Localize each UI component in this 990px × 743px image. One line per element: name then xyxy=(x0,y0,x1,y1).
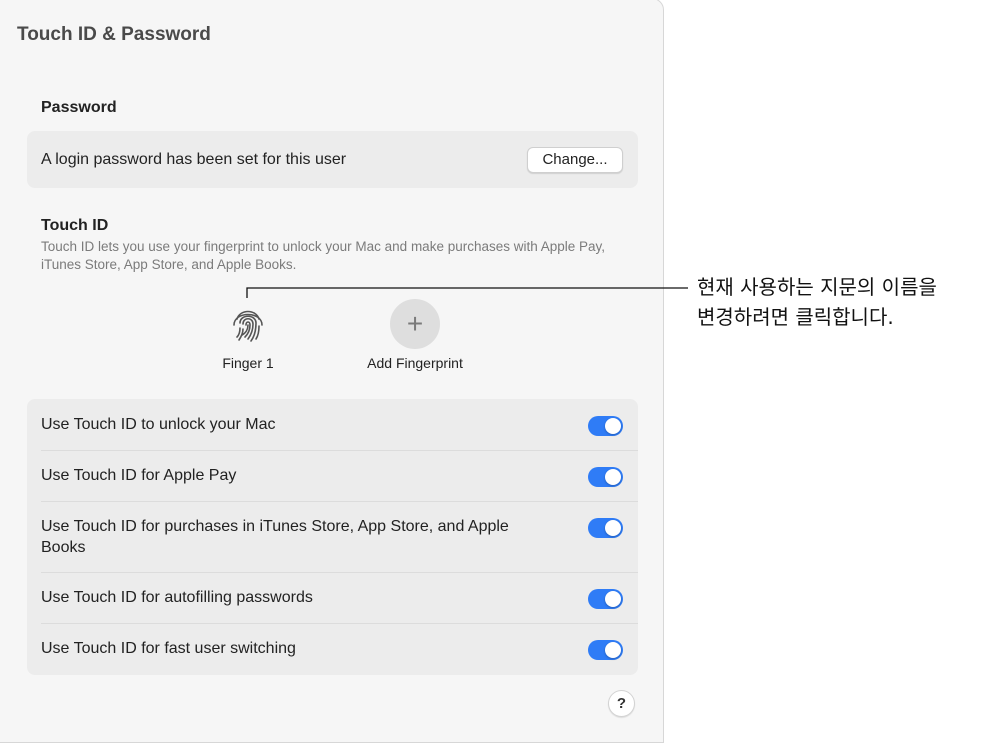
callout-line-1: 현재 사용하는 지문의 이름을 xyxy=(697,275,937,299)
callout-annotation: 현재 사용하는 지문의 이름을 변경하려면 클릭합니다. xyxy=(697,272,937,332)
callout-line-2: 변경하려면 클릭합니다. xyxy=(697,305,894,329)
callout-leader-line xyxy=(246,287,688,298)
